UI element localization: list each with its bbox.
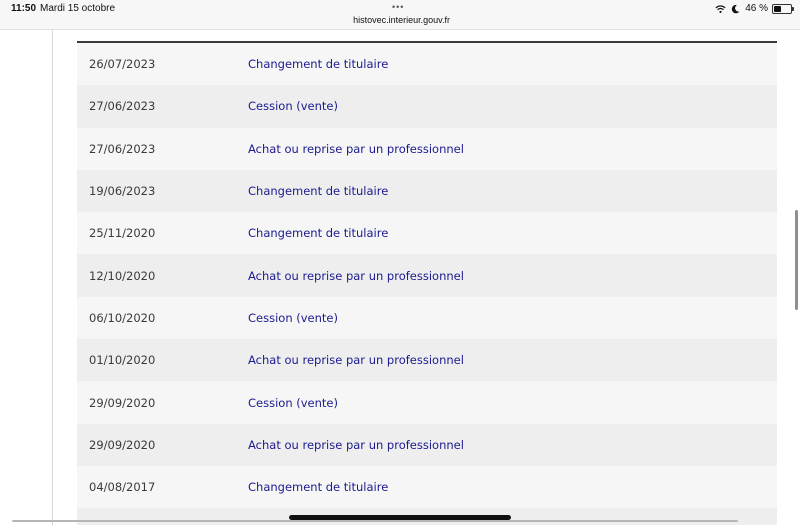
row-date: 19/06/2023 [89, 184, 156, 199]
table-row: 27/06/2023 Achat ou reprise par un profes… [77, 127, 777, 170]
row-operation-link[interactable]: Achat ou reprise par un professionnel [248, 269, 464, 283]
row-date: 25/11/2020 [89, 226, 156, 241]
table-row: 26/07/2023 Changement de titulaire [77, 43, 777, 86]
row-date: 01/10/2020 [89, 353, 156, 368]
table-row: 29/09/2020 Cession (vente) [77, 381, 777, 424]
status-date: Mardi 15 octobre [40, 3, 116, 14]
wifi-icon [715, 4, 726, 13]
row-operation-link[interactable]: Cession (vente) [248, 311, 338, 325]
row-date: 29/09/2020 [89, 395, 156, 410]
table-row: 12/10/2020 Achat ou reprise par un profes… [77, 254, 777, 297]
horizontal-scrollbar[interactable] [12, 520, 738, 522]
status-icons: 46 % [715, 3, 794, 14]
row-operation-link[interactable]: Cession (vente) [248, 396, 338, 410]
page: 11:50 Mardi 15 octobre ••• histovec.inte… [0, 0, 800, 525]
table-row: 01/10/2020 Achat ou reprise par un profes… [77, 339, 777, 382]
row-date: 29/09/2020 [89, 437, 156, 452]
table-row: 06/10/2020 Cession (vente) [77, 296, 777, 340]
table-row: 27/06/2023 Cession (vente) [77, 85, 777, 128]
battery-tip [792, 6, 794, 11]
row-operation-link[interactable]: Changement de titulaire [248, 226, 388, 240]
left-divider [52, 30, 53, 525]
row-operation-link[interactable]: Changement de titulaire [248, 480, 388, 494]
row-date: 27/06/2023 [89, 99, 156, 114]
history-table: 26/07/2023 Changement de titulaire 27/06/2… [77, 43, 777, 509]
address-bar[interactable]: histovec.interieur.gouv.fr [350, 14, 450, 26]
status-time: 11:50 [11, 3, 37, 14]
url-text[interactable]: histovec.interieur.gouv.fr [353, 15, 450, 25]
table-row: 19/06/2023 Changement de titulaire [77, 169, 777, 213]
table-row: 04/08/2017 Changement de titulaire [77, 465, 777, 509]
status-bar: 11:50 Mardi 15 octobre ••• histovec.inte… [0, 0, 800, 30]
row-operation-link[interactable]: Changement de titulaire [248, 57, 388, 71]
row-operation-link[interactable]: Cession (vente) [248, 99, 338, 113]
row-operation-link[interactable]: Achat ou reprise par un professionnel [248, 438, 464, 452]
row-operation-link[interactable]: Changement de titulaire [248, 184, 388, 198]
row-date: 26/07/2023 [89, 57, 156, 72]
more-dots-icon[interactable]: ••• [392, 2, 404, 12]
row-date: 27/06/2023 [89, 141, 156, 156]
row-date: 12/10/2020 [89, 268, 156, 283]
row-date: 06/10/2020 [89, 310, 156, 325]
row-date: 04/08/2017 [89, 480, 156, 495]
moon-icon [732, 4, 740, 13]
row-operation-link[interactable]: Achat ou reprise par un professionnel [248, 142, 464, 156]
battery-fill [774, 5, 782, 12]
table-row: 25/11/2020 Changement de titulaire [77, 212, 777, 255]
battery-percent: 46 % [745, 3, 768, 14]
table-row: 29/09/2020 Achat ou reprise par un profes… [77, 423, 777, 466]
vertical-scrollbar[interactable] [795, 210, 798, 310]
row-operation-link[interactable]: Achat ou reprise par un professionnel [248, 353, 464, 367]
battery-icon [772, 3, 794, 14]
home-indicator[interactable] [289, 515, 511, 520]
